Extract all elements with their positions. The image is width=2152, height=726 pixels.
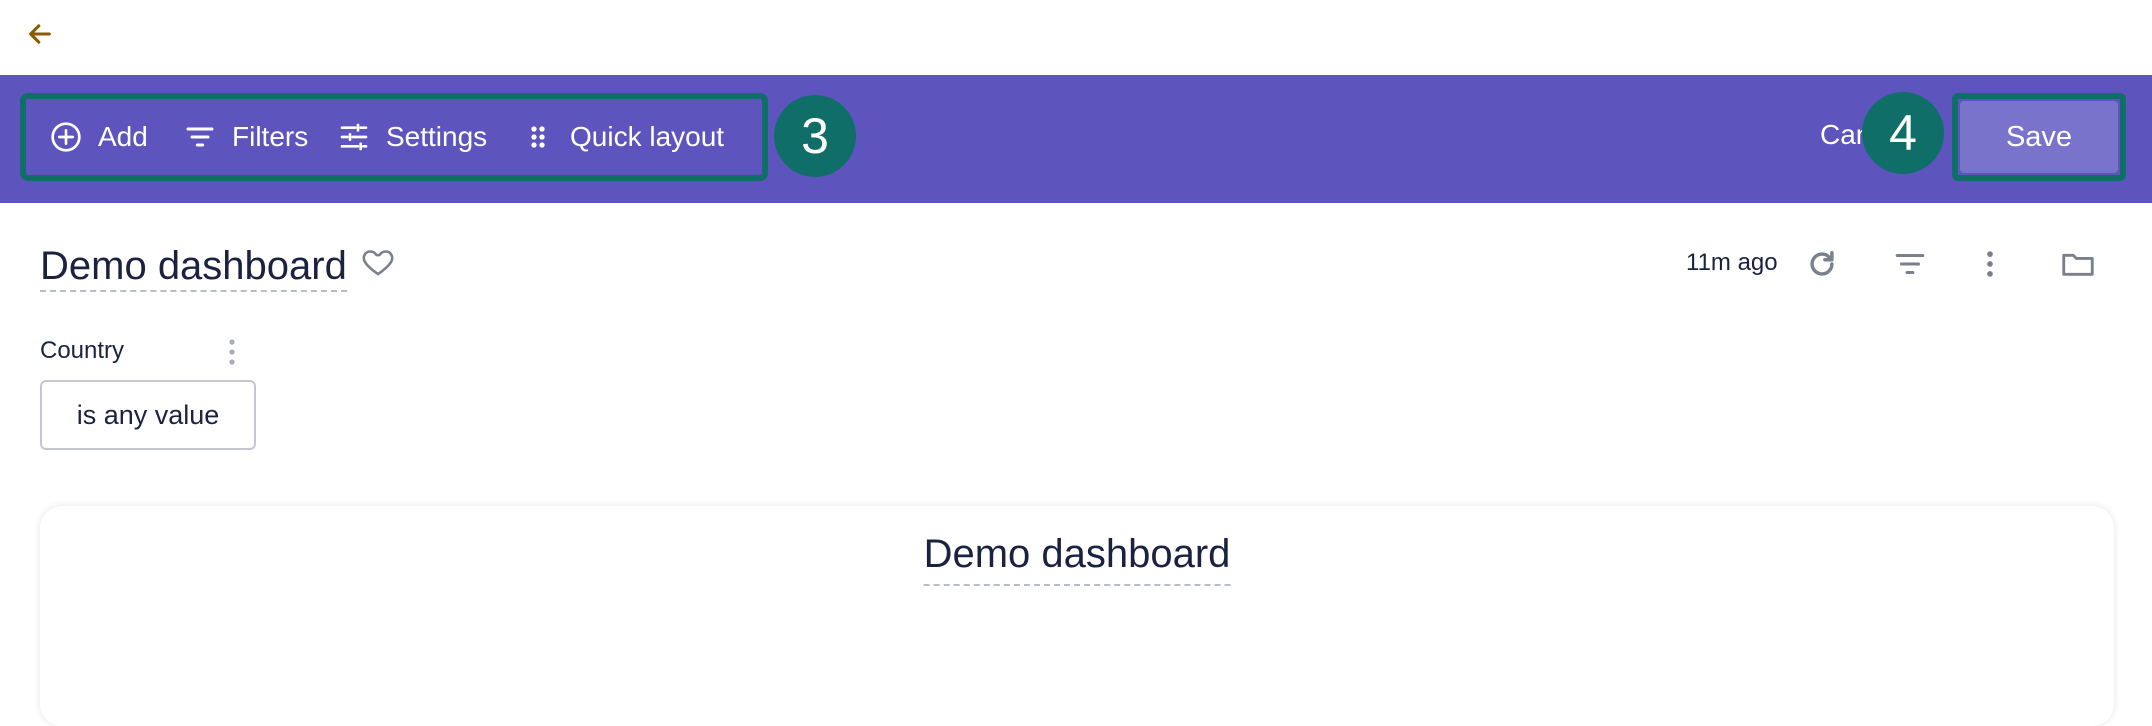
settings-button[interactable]: Settings — [338, 99, 487, 175]
filter-toggle-button[interactable] — [1890, 244, 1930, 284]
quick-layout-label: Quick layout — [570, 121, 725, 152]
folder-button[interactable] — [2058, 244, 2098, 284]
step-badge-4: 4 — [1862, 92, 1944, 174]
favorite-button[interactable] — [360, 244, 396, 280]
heart-icon — [362, 250, 394, 276]
dashboard-title[interactable]: Demo dashboard — [40, 244, 347, 292]
sliders-icon — [340, 123, 368, 151]
filter-lines-icon — [186, 127, 214, 147]
more-vertical-icon — [1987, 251, 1993, 277]
drag-dots-icon — [531, 126, 545, 148]
filter-lines-icon — [1895, 253, 1925, 275]
filters-button[interactable]: Filters — [184, 99, 308, 175]
last-updated-text: 11m ago — [1686, 249, 1778, 276]
filter-label-country: Country — [40, 337, 125, 364]
refresh-icon — [1810, 250, 1834, 276]
tile-title[interactable]: Demo dashboard — [923, 532, 1231, 586]
filters-label: Filters — [232, 121, 309, 152]
add-button[interactable]: Add — [50, 99, 148, 175]
save-button-highlight: Save — [1952, 93, 2126, 181]
more-vertical-icon — [229, 339, 235, 365]
toolbar-actions-highlight: Add Filters Settings Quick layout — [20, 93, 768, 181]
step-badge-3: 3 — [774, 95, 856, 177]
edit-toolbar: Add Filters Settings Quick layout 3 Canc… — [0, 75, 2152, 203]
settings-label: Settings — [386, 121, 488, 152]
dashboard-tile: Demo dashboard — [40, 506, 2114, 726]
arrow-left-icon — [29, 24, 51, 44]
country-filter-control[interactable]: is any value — [40, 380, 256, 450]
save-button[interactable]: Save — [1960, 101, 2118, 173]
more-options-button[interactable] — [1970, 244, 2010, 284]
add-label: Add — [98, 121, 148, 152]
folder-icon — [2062, 253, 2094, 276]
quick-layout-button[interactable]: Quick layout — [522, 99, 724, 175]
filter-options-button[interactable] — [220, 336, 244, 368]
plus-circle-icon — [51, 122, 81, 152]
back-button[interactable] — [22, 16, 58, 52]
top-bar — [0, 0, 2152, 75]
refresh-button[interactable] — [1802, 244, 1842, 284]
